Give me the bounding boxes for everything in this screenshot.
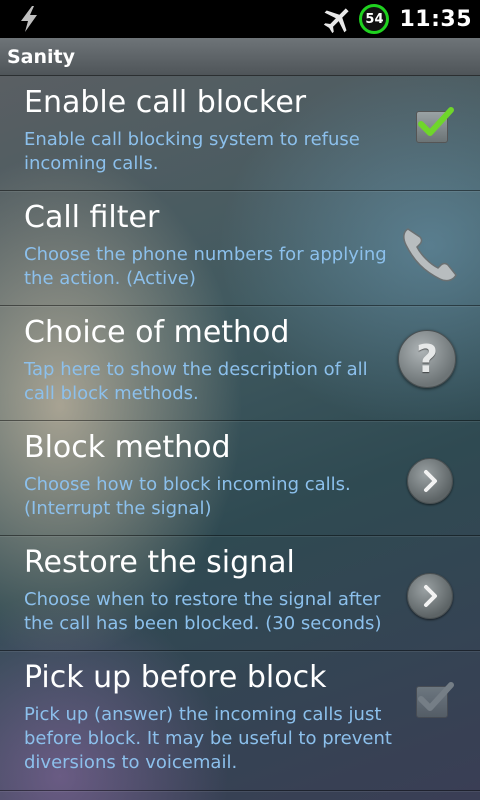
pref-enable-call-blocker[interactable]: Enable call blocker Enable call blocking… xyxy=(0,76,480,191)
pref-summary: Choose when to restore the signal after … xyxy=(24,589,382,634)
phone-icon xyxy=(403,228,457,282)
pref-restore-signal[interactable]: Restore the signal Choose when to restor… xyxy=(0,536,480,651)
pref-title: Enable call blocker xyxy=(24,85,307,120)
help-icon: ? xyxy=(398,330,456,388)
pref-block-method[interactable]: Block method Choose how to block incomin… xyxy=(0,421,480,536)
pref-summary: Enable call blocking system to refuse in… xyxy=(24,129,360,174)
lightning-bolt-icon xyxy=(21,6,37,32)
status-clock: 11:35 xyxy=(399,6,472,32)
pick-up-before-block-checkbox[interactable] xyxy=(416,682,454,718)
app-title-bar: Sanity xyxy=(0,38,480,76)
chevron-right-icon xyxy=(407,458,453,504)
pref-pick-up-before-block[interactable]: Pick up before block Pick up (answer) th… xyxy=(0,651,480,791)
checkmark-icon xyxy=(418,107,454,136)
enable-call-blocker-checkbox[interactable] xyxy=(416,107,454,143)
battery-level: 54 xyxy=(365,11,384,27)
status-bar: 54 11:35 xyxy=(0,0,480,38)
pref-title: Choice of method xyxy=(24,315,290,350)
help-icon-glyph: ? xyxy=(415,337,439,381)
pref-summary: Tap here to show the description of all … xyxy=(24,359,368,404)
chevron-right-icon xyxy=(407,573,453,619)
checkmark-icon xyxy=(418,682,454,711)
pref-title: Call filter xyxy=(24,200,160,235)
preference-list: Enable call blocker Enable call blocking… xyxy=(0,76,480,791)
pref-summary: Choose the phone numbers for applying th… xyxy=(24,244,387,289)
pref-choice-of-method[interactable]: Choice of method Tap here to show the de… xyxy=(0,306,480,421)
airplane-icon xyxy=(324,8,350,34)
app-title: Sanity xyxy=(7,45,76,68)
pref-title: Block method xyxy=(24,430,231,465)
pref-summary: Choose how to block incoming calls. (Int… xyxy=(24,474,351,519)
pref-call-filter[interactable]: Call filter Choose the phone numbers for… xyxy=(0,191,480,306)
pref-title: Restore the signal xyxy=(24,545,295,580)
pref-title: Pick up before block xyxy=(24,660,327,695)
pref-summary: Pick up (answer) the incoming calls just… xyxy=(24,704,392,773)
battery-indicator: 54 xyxy=(359,4,390,34)
